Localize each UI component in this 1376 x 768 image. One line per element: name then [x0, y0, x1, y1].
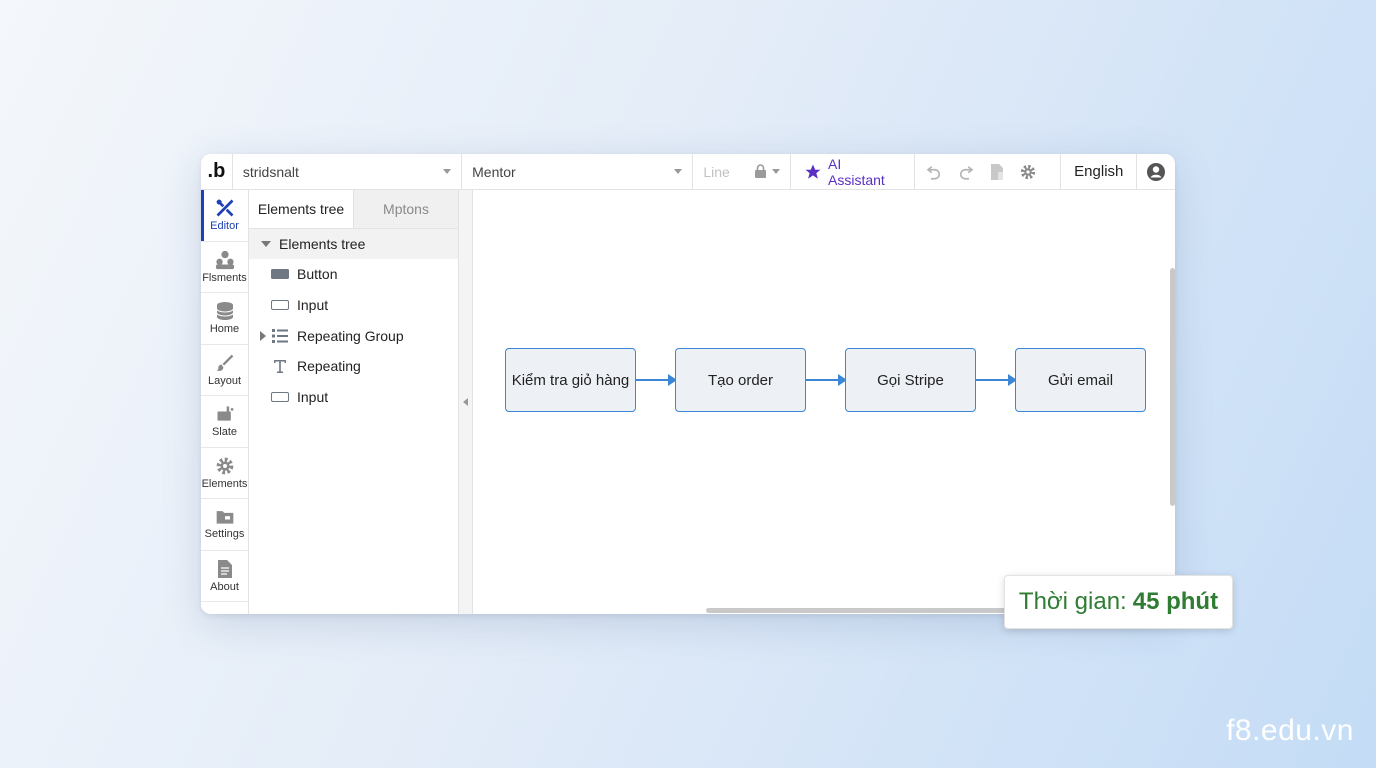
- undo-icon[interactable]: [925, 163, 943, 181]
- page-icon[interactable]: [989, 163, 1005, 181]
- star-icon: [805, 164, 821, 179]
- time-badge-value: 45 phút: [1132, 588, 1219, 615]
- left-rail: Editor Flsments Home Layout Slate Elemen…: [201, 190, 249, 614]
- tree-row-button[interactable]: Button: [249, 259, 458, 290]
- app-logo[interactable]: .b: [201, 154, 233, 190]
- redo-icon[interactable]: [957, 163, 975, 181]
- flow-step[interactable]: Gửi email: [1015, 348, 1146, 412]
- time-badge: Thời gian: 45 phút: [1004, 575, 1233, 629]
- editor-window: .b stridsnalt Mentor Line AI Assistant E…: [201, 154, 1175, 614]
- flow-step[interactable]: Tạo order: [675, 348, 806, 412]
- tab-elements-tree[interactable]: Elements tree: [249, 190, 354, 228]
- button-icon: [271, 267, 289, 281]
- document-icon: [217, 559, 232, 578]
- tree-row-input[interactable]: Input: [249, 382, 458, 413]
- tools-icon: [216, 199, 233, 217]
- rail-item-label: Editor: [210, 220, 239, 233]
- tree-row-label: Button: [297, 266, 338, 283]
- rail-item-label: Settings: [204, 528, 245, 541]
- app-selector[interactable]: stridsnalt: [233, 154, 463, 190]
- language-selector[interactable]: English: [1061, 154, 1138, 190]
- tree-header[interactable]: Elements tree: [249, 229, 458, 259]
- tree-row-label: Repeating Group: [297, 327, 404, 344]
- line-label: Line: [703, 163, 730, 180]
- design-canvas[interactable]: Kiểm tra giỏ hàng Tạo order Gọi Stripe G…: [473, 190, 1175, 614]
- page-name: Mentor: [472, 163, 516, 180]
- flow-arrow: [636, 374, 677, 386]
- rail-item-layout[interactable]: Layout: [201, 345, 248, 396]
- rail-item-editor[interactable]: Editor: [201, 190, 248, 242]
- users-icon: [215, 250, 234, 269]
- toolbar-actions: [915, 154, 1062, 190]
- panel-splitter[interactable]: [459, 190, 473, 614]
- page-selector[interactable]: Mentor: [462, 154, 694, 190]
- tree-row-label: Repeating: [297, 358, 361, 375]
- chevron-down-icon: [674, 169, 683, 174]
- lock-icon: [755, 164, 767, 178]
- top-bar: .b stridsnalt Mentor Line AI Assistant E…: [201, 154, 1175, 190]
- plugin-icon: [217, 406, 233, 421]
- rail-item-label: Flsments: [202, 271, 247, 284]
- panel-tabs: Elements tree Mptons: [249, 190, 458, 229]
- user-avatar-button[interactable]: [1137, 154, 1175, 190]
- folder-icon: [216, 511, 233, 524]
- rail-item-label: Slate: [211, 426, 238, 439]
- chevron-down-icon: [443, 169, 452, 174]
- rail-item-settings[interactable]: Settings: [201, 499, 248, 551]
- flow-step[interactable]: Gọi Stripe: [845, 348, 976, 412]
- horizontal-scrollbar[interactable]: [706, 608, 1006, 613]
- rail-item-flsments[interactable]: Flsments: [201, 242, 248, 293]
- flow-arrow: [976, 374, 1017, 386]
- tree-row-input[interactable]: Input: [249, 290, 458, 321]
- vertical-scrollbar[interactable]: [1170, 268, 1175, 506]
- line-selector[interactable]: Line: [693, 154, 792, 190]
- input-icon: [271, 298, 289, 312]
- tree-row-repeating[interactable]: Repeating: [249, 351, 458, 382]
- rail-item-about[interactable]: About: [201, 551, 248, 602]
- rail-item-slate[interactable]: Slate: [201, 396, 248, 448]
- repeating-group-icon: [271, 328, 289, 343]
- rail-item-home[interactable]: Home: [201, 293, 248, 345]
- text-icon: [271, 359, 289, 374]
- database-icon: [216, 302, 233, 321]
- flow-step[interactable]: Kiểm tra giỏ hàng: [505, 348, 636, 412]
- collapse-panel-icon[interactable]: [463, 398, 468, 406]
- chevron-down-icon: [772, 169, 781, 174]
- tree-row-label: Input: [297, 389, 329, 406]
- rail-item-label: Elements: [201, 477, 248, 490]
- user-icon: [1147, 162, 1166, 181]
- tree-title: Elements tree: [279, 236, 366, 252]
- tree-row-repeating-group[interactable]: Repeating Group: [249, 320, 458, 351]
- rail-item-label: About: [210, 580, 239, 593]
- rail-item-elements[interactable]: Elements: [201, 448, 248, 499]
- time-badge-prefix: Thời gian:: [1018, 588, 1127, 615]
- collapse-icon: [261, 241, 271, 247]
- tree-row-label: Input: [297, 297, 329, 314]
- elements-panel: Elements tree Mptons Elements tree Butto…: [249, 190, 459, 614]
- flow-arrow: [806, 374, 847, 386]
- brush-icon: [216, 354, 233, 371]
- tab-mptons[interactable]: Mptons: [354, 190, 458, 228]
- gear-icon: [216, 457, 233, 475]
- rail-item-label: Home: [209, 323, 240, 336]
- gear-icon[interactable]: [1019, 163, 1037, 181]
- expand-icon[interactable]: [260, 330, 266, 341]
- input-icon: [271, 390, 289, 404]
- rail-item-label: Layout: [207, 374, 242, 387]
- watermark: f8.edu.vn: [1226, 714, 1354, 747]
- app-name: stridsnalt: [242, 163, 299, 180]
- ai-assistant-button[interactable]: AI Assistant: [791, 154, 915, 190]
- ai-assistant-label: AI Assistant: [828, 155, 885, 188]
